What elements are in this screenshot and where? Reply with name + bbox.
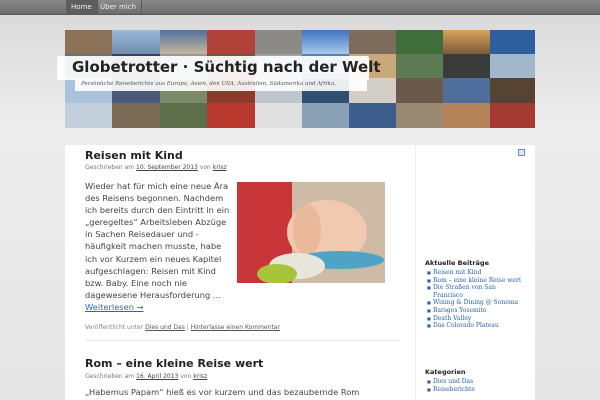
post-excerpt: „Habemus Papam“ hieß es vor kurzem und d…	[85, 387, 360, 397]
categories-list: Dies und Das Reiseberichte	[427, 378, 527, 393]
recent-post-link[interactable]: Wining & Dining @ Sonoma	[427, 299, 527, 307]
footer-separator: |	[186, 324, 189, 331]
category-link[interactable]: Reiseberichte	[427, 386, 527, 394]
rss-feed-icon[interactable]	[518, 149, 525, 156]
category-link[interactable]: Dies und Das	[427, 378, 527, 386]
footer-prefix: Veröffentlicht unter	[85, 324, 144, 331]
meta-by: von	[199, 164, 211, 171]
recent-post-link[interactable]: Die Straßen von San Francisco	[427, 284, 527, 299]
comment-link[interactable]: Hinterlasse einen Kommentar	[191, 324, 280, 331]
excerpt-text: Wieder hat für mich eine neue Ära des Re…	[85, 181, 230, 300]
recent-post-link[interactable]: Das Colorado Plateau	[427, 322, 527, 330]
post-title[interactable]: Reisen mit Kind	[85, 149, 183, 162]
nav-about-me[interactable]: Über mich	[95, 0, 143, 15]
recent-post-link[interactable]: Barsges Yosemite	[427, 307, 527, 315]
post-date-link[interactable]: 16. April 2013	[136, 373, 178, 380]
post-date-link[interactable]: 10. September 2013	[136, 164, 198, 171]
post-footer: Veröffentlicht unter Dies und Das | Hint…	[85, 324, 280, 331]
baby-photo-illustration	[237, 182, 385, 283]
recent-posts-list: Reisen mit Kind Rom – eine kleine Reise …	[427, 269, 527, 330]
meta-prefix: Geschrieben am	[85, 164, 135, 171]
category-link[interactable]: Dies und Das	[145, 324, 185, 331]
post-author-link[interactable]: krisz	[193, 373, 207, 380]
recent-post-link[interactable]: Reisen mit Kind	[427, 269, 527, 277]
recent-post-link[interactable]: Rom – eine kleine Reise wert	[427, 277, 527, 285]
meta-prefix: Geschrieben am	[85, 373, 135, 380]
post-title[interactable]: Rom – eine kleine Reise wert	[85, 357, 263, 370]
read-more-link[interactable]: Weiterlesen →	[85, 302, 144, 312]
post-thumbnail-baby-hand[interactable]	[237, 182, 385, 283]
post-divider	[85, 340, 400, 341]
site-tagline: Persönliche Reiseberichte aus Europa, As…	[81, 81, 336, 87]
categories-title: Kategorien	[425, 368, 466, 376]
post-meta: Geschrieben am 16. April 2013 von krisz	[85, 373, 207, 380]
top-navigation: Home Über mich	[0, 0, 600, 15]
meta-by: von	[180, 373, 192, 380]
post-excerpt: Wieder hat für mich eine neue Ära des Re…	[85, 180, 235, 313]
recent-posts-title: Aktuelle Beiträge	[425, 259, 489, 267]
recent-post-link[interactable]: Death Valley	[427, 315, 527, 323]
site-title[interactable]: Globetrotter · Süchtig nach der Welt	[72, 58, 381, 76]
post-author-link[interactable]: krisz	[213, 164, 227, 171]
nav-home[interactable]: Home	[66, 0, 98, 15]
post-meta: Geschrieben am 10. September 2013 von kr…	[85, 164, 227, 171]
